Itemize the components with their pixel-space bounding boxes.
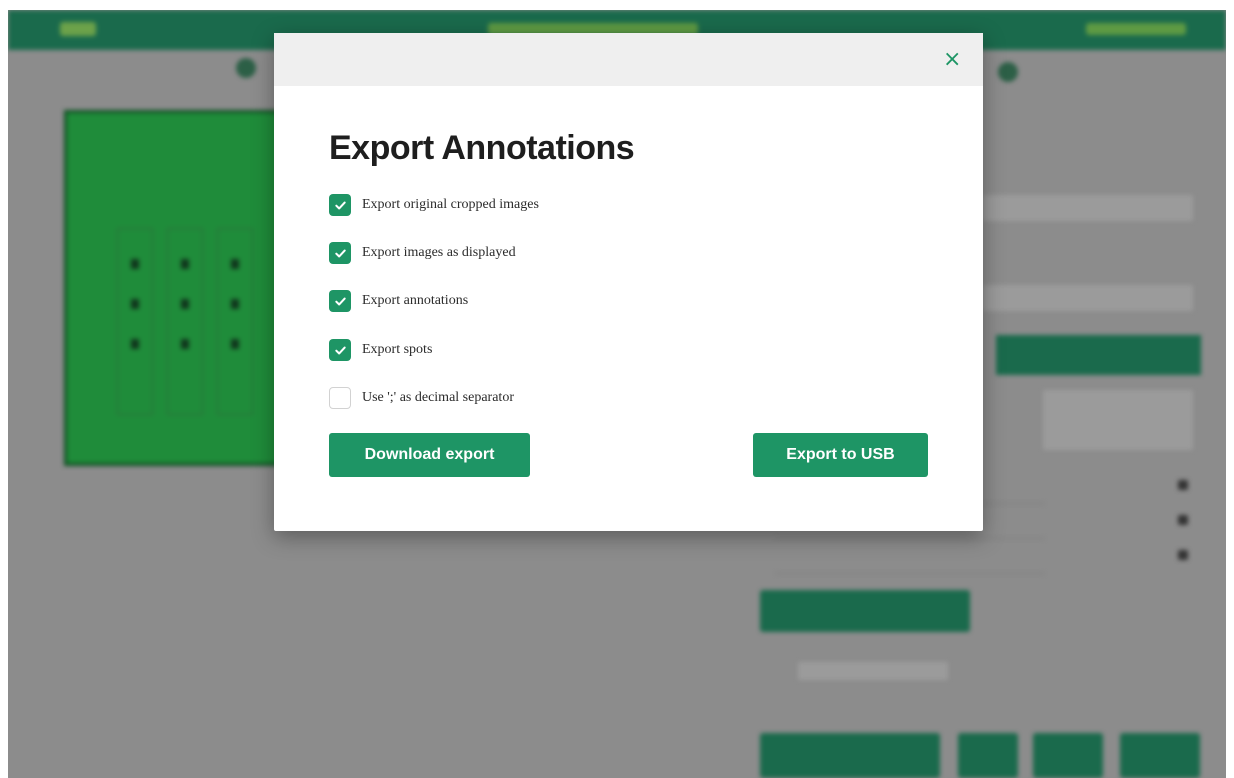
option-label: Export images as displayed (362, 245, 516, 260)
download-export-button[interactable]: Download export (329, 433, 530, 477)
background-button (760, 733, 940, 778)
option-label: Use ';' as decimal separator (362, 390, 514, 405)
option-label: Export annotations (362, 293, 469, 308)
background-button (1120, 733, 1200, 778)
check-icon (334, 297, 346, 305)
background-button (958, 733, 1018, 778)
background-tab-bar (996, 335, 1201, 375)
background-row-icon (1178, 515, 1188, 525)
background-table-header (1043, 390, 1193, 450)
background-row-icon (1178, 550, 1188, 560)
export-original-cropped-images-option[interactable]: Export original cropped images (329, 193, 539, 217)
step-indicator (998, 62, 1018, 82)
sample-column (117, 228, 153, 415)
checkbox-checked[interactable] (329, 242, 351, 264)
export-spots-option[interactable]: Export spots (329, 338, 432, 362)
dialog-title: Export Annotations (329, 129, 635, 167)
background-button (1033, 733, 1103, 778)
export-annotations-dialog: × Export Annotations Export original cro… (274, 33, 983, 531)
option-label: Export spots (362, 342, 433, 357)
sample-column (167, 228, 203, 415)
sample-column (217, 228, 253, 415)
app-user-menu (1086, 23, 1186, 35)
checkbox-unchecked[interactable] (329, 387, 351, 409)
checkbox-checked[interactable] (329, 194, 351, 216)
export-annotations-option[interactable]: Export annotations (329, 289, 468, 313)
app-logo (60, 22, 96, 36)
background-select (983, 285, 1193, 311)
close-icon[interactable]: × (937, 45, 965, 73)
checkbox-checked[interactable] (329, 290, 351, 312)
background-row-icon (1178, 480, 1188, 490)
decimal-separator-option[interactable]: Use ';' as decimal separator (329, 386, 514, 410)
background-add-button (760, 590, 970, 632)
check-icon (334, 249, 346, 257)
option-label: Export original cropped images (362, 197, 539, 212)
export-images-as-displayed-option[interactable]: Export images as displayed (329, 241, 516, 265)
check-icon (334, 201, 346, 209)
step-indicator (236, 58, 256, 78)
background-row (776, 545, 1044, 574)
dialog-header: × (274, 33, 983, 86)
check-icon (334, 346, 346, 354)
background-text (798, 662, 948, 680)
checkbox-checked[interactable] (329, 339, 351, 361)
background-select (983, 195, 1193, 221)
export-to-usb-button[interactable]: Export to USB (753, 433, 928, 477)
